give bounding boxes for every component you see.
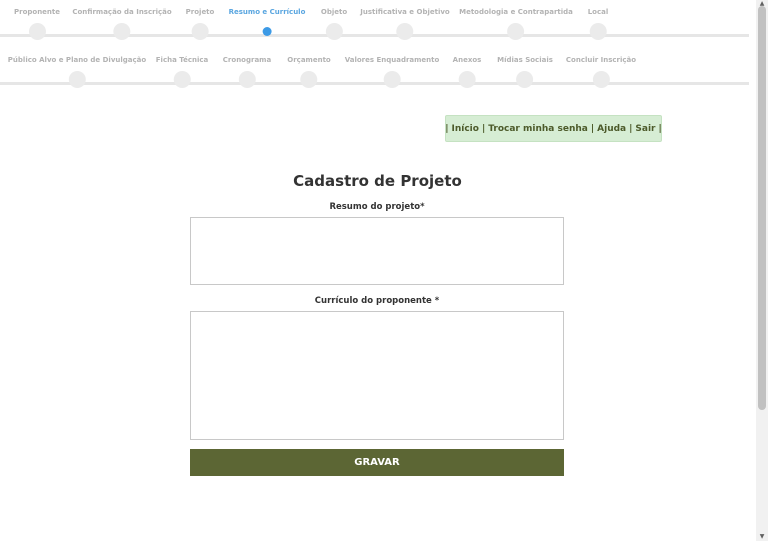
step-dot[interactable] xyxy=(238,71,256,88)
menu-link-sair[interactable]: Sair xyxy=(635,124,655,134)
step-label: Valores Enquadramento xyxy=(344,56,440,64)
step-label: Justificativa e Objetivo xyxy=(360,8,450,16)
scroll-down-arrow-icon[interactable]: ▼ xyxy=(756,533,768,541)
curriculo-label: Currículo do proponente * xyxy=(314,296,440,306)
menu-separator: | xyxy=(658,123,662,134)
step-label: Público Alvo e Plano de Divulgação xyxy=(7,56,147,64)
menu-separator: | xyxy=(481,123,486,134)
resumo-label: Resumo do projeto* xyxy=(329,202,425,212)
step-dot[interactable] xyxy=(383,71,401,88)
step-label: Anexos xyxy=(452,56,482,64)
step-dot[interactable] xyxy=(191,23,209,40)
save-button[interactable]: GRAVAR xyxy=(190,449,564,476)
menu-separator: | xyxy=(629,123,633,134)
step-label: Local xyxy=(587,8,609,16)
step-concluir-inscricao[interactable]: Concluir Inscrição xyxy=(566,55,636,88)
step-cronograma[interactable]: Cronograma xyxy=(223,55,271,88)
menu-separator: | xyxy=(590,123,595,134)
step-dot[interactable] xyxy=(68,71,86,88)
step-projeto[interactable]: Projeto xyxy=(185,7,215,40)
page-scrollbar[interactable]: ▲ ▼ xyxy=(756,0,768,541)
step-label: Proponente xyxy=(13,8,61,16)
wizard-steps-row-2: Público Alvo e Plano de Divulgação Ficha… xyxy=(0,55,749,91)
step-publico-alvo[interactable]: Público Alvo e Plano de Divulgação xyxy=(8,55,146,88)
step-anexos[interactable]: Anexos xyxy=(452,55,482,88)
step-label: Cronograma xyxy=(222,56,272,64)
step-valores-enquadramento[interactable]: Valores Enquadramento xyxy=(344,55,440,88)
step-label: Objeto xyxy=(320,8,348,16)
step-dot[interactable] xyxy=(300,71,318,88)
step-dot-active[interactable] xyxy=(262,27,272,36)
step-dot[interactable] xyxy=(592,71,610,88)
user-menu: | Início | Trocar minha senha | Ajuda | … xyxy=(445,115,662,142)
step-dot[interactable] xyxy=(325,23,343,40)
step-resumo-curriculo[interactable]: Resumo e Currículo xyxy=(228,7,306,36)
step-dot[interactable] xyxy=(589,23,607,40)
step-label: Concluir Inscrição xyxy=(565,56,637,64)
step-objeto[interactable]: Objeto xyxy=(321,7,347,40)
step-midias-sociais[interactable]: Mídias Sociais xyxy=(497,55,553,88)
step-local[interactable]: Local xyxy=(587,7,609,40)
curriculo-textarea[interactable] xyxy=(190,311,564,440)
step-dot[interactable] xyxy=(516,71,534,88)
menu-separator: | xyxy=(445,123,449,134)
wizard-steps-row-1: Proponente Confirmação da Inscrição Proj… xyxy=(0,7,749,43)
step-label: Metodologia e Contrapartida xyxy=(459,8,573,16)
menu-link-ajuda[interactable]: Ajuda xyxy=(597,124,626,134)
step-confirmacao-inscricao[interactable]: Confirmação da Inscrição xyxy=(72,7,172,40)
step-label: Mídias Sociais xyxy=(497,56,553,64)
step-justificativa-objetivo[interactable]: Justificativa e Objetivo xyxy=(360,7,450,40)
scroll-thumb[interactable] xyxy=(758,6,766,410)
step-label: Confirmação da Inscrição xyxy=(72,8,172,16)
step-dot[interactable] xyxy=(396,23,414,40)
step-dot[interactable] xyxy=(458,71,476,88)
step-metodologia-contrapartida[interactable]: Metodologia e Contrapartida xyxy=(459,7,573,40)
step-label: Projeto xyxy=(185,8,215,16)
step-proponente[interactable]: Proponente xyxy=(14,7,60,40)
menu-link-trocar-senha[interactable]: Trocar minha senha xyxy=(488,124,588,134)
menu-link-inicio[interactable]: Início xyxy=(452,124,479,134)
step-label: Ficha Técnica xyxy=(155,56,209,64)
page-title: Cadastro de Projeto xyxy=(293,172,462,190)
step-orcamento[interactable]: Orçamento xyxy=(287,55,331,88)
step-dot[interactable] xyxy=(113,23,131,40)
step-dot[interactable] xyxy=(173,71,191,88)
step-dot[interactable] xyxy=(507,23,525,40)
step-dot[interactable] xyxy=(28,23,46,40)
step-ficha-tecnica[interactable]: Ficha Técnica xyxy=(156,55,208,88)
resumo-textarea[interactable] xyxy=(190,217,564,285)
step-label: Resumo e Currículo xyxy=(228,8,306,16)
step-label: Orçamento xyxy=(287,56,331,64)
